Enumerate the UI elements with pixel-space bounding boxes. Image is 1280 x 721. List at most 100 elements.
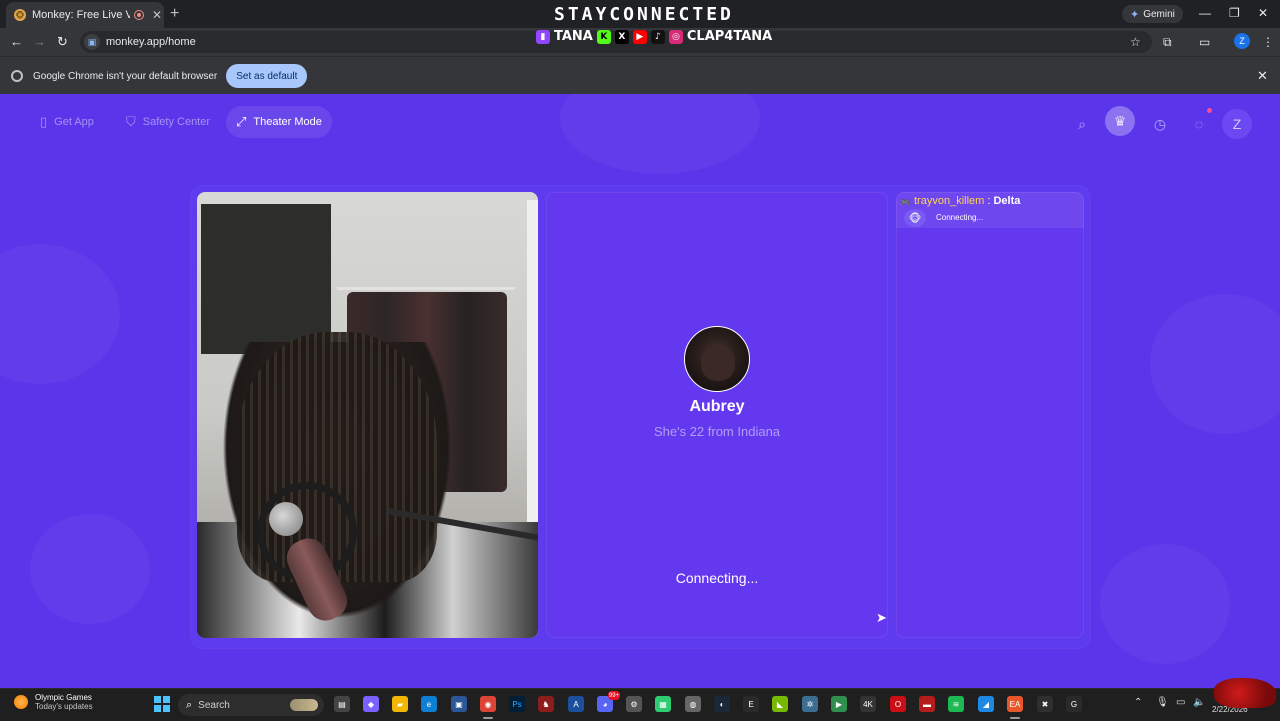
game-controller-icon: 🎮: [900, 198, 910, 207]
extensions-icon[interactable]: ⧉: [1163, 35, 1172, 50]
get-app-label: Get App: [54, 116, 94, 128]
x-icon: X: [614, 29, 629, 44]
shield-icon: ⛉: [126, 114, 136, 129]
logitech-icon[interactable]: G: [1066, 696, 1082, 712]
stream-overlay-graphic: [1214, 678, 1276, 708]
side-panel-icon[interactable]: ▭: [1199, 35, 1210, 49]
handle-left: TANA: [554, 29, 593, 44]
search-icon[interactable]: ⌕: [1067, 109, 1097, 139]
volume-icon[interactable]: 🔈: [1193, 697, 1205, 708]
background-blob: [30, 514, 150, 624]
url-text[interactable]: monkey.app/home: [106, 36, 196, 48]
settings-gear-icon[interactable]: ⚙: [626, 696, 642, 712]
user-avatar[interactable]: Z: [1222, 109, 1252, 139]
match-subtitle: She's 22 from Indiana: [653, 424, 781, 439]
infobar-close-icon[interactable]: ✕: [1257, 68, 1268, 84]
crown-icon[interactable]: ♛: [1105, 106, 1135, 136]
copilot-icon[interactable]: ◆: [363, 696, 379, 712]
news-widget-text: Olympic Games Today's updates: [35, 693, 93, 711]
minimize-icon[interactable]: —: [1199, 6, 1211, 20]
messages-icon[interactable]: ◌: [1184, 109, 1214, 139]
opera-icon[interactable]: O: [890, 696, 906, 712]
nvidia-icon[interactable]: ◣: [772, 696, 788, 712]
chat-game: Delta: [993, 195, 1021, 207]
olympic-torch-icon: [14, 695, 28, 709]
task-view-icon[interactable]: ▤: [334, 696, 350, 712]
app-gear-icon[interactable]: ✲: [802, 696, 818, 712]
xbox-icon[interactable]: ✖: [1037, 696, 1053, 712]
chat-app-icon[interactable]: ▦: [655, 696, 671, 712]
tab-close-icon[interactable]: ✕: [152, 8, 162, 22]
window-close-icon[interactable]: ✕: [1258, 6, 1268, 20]
browser-alt-icon[interactable]: ◍: [685, 696, 701, 712]
browser-toolbar: ← → ↻ ▣ monkey.app/home ▮ TANA K X ▶ ♪ ◎…: [0, 28, 1280, 56]
reload-icon[interactable]: ↻: [57, 34, 68, 50]
match-panel: Aubrey She's 22 from Indiana Connecting.…: [546, 192, 888, 638]
chat-username[interactable]: trayvon_killem: [914, 195, 984, 207]
widget-title: Olympic Games: [35, 693, 92, 702]
steam-icon[interactable]: ◐: [714, 696, 730, 712]
game-icon[interactable]: ♞: [538, 696, 554, 712]
ea-app-icon[interactable]: EA: [1007, 696, 1023, 719]
blue-app-icon[interactable]: ◢: [978, 696, 994, 712]
network-icon[interactable]: ▭: [1176, 697, 1185, 708]
stream-social-handles: ▮ TANA K X ▶ ♪ ◎ CLAP4TANA: [536, 29, 772, 44]
chat-message: 🎮 trayvon_killem : Delta 🐵 Connecting...: [896, 192, 1084, 228]
mouse-cursor-icon: ➤: [876, 610, 887, 625]
background-blob: [1150, 294, 1280, 434]
theater-mode-button[interactable]: ⤢ Theater Mode: [226, 106, 332, 138]
tray-chevron-icon[interactable]: ⌃: [1134, 697, 1142, 708]
get-app-link[interactable]: ▯ Get App: [30, 106, 104, 138]
browser-menu-icon[interactable]: ⋮: [1262, 35, 1274, 49]
spotify-icon[interactable]: ≋: [948, 696, 964, 712]
video-tv: [201, 204, 331, 354]
safety-center-label: Safety Center: [142, 116, 211, 128]
site-info-icon[interactable]: ▣: [84, 34, 100, 50]
chrome-taskbar-icon[interactable]: ◉: [480, 696, 496, 719]
phone-icon: ▯: [40, 114, 48, 129]
taskbar-search[interactable]: ⌕ Search: [178, 694, 324, 716]
match-avatar-face: [701, 345, 735, 381]
4k-app-icon[interactable]: 4K: [860, 696, 876, 712]
browser-profile-avatar[interactable]: Z: [1234, 33, 1250, 49]
self-video-feed: [197, 192, 538, 638]
set-default-button[interactable]: Set as default: [226, 64, 308, 88]
kick-icon: K: [596, 29, 611, 44]
forward-icon[interactable]: →: [33, 34, 46, 49]
play-app-icon[interactable]: ▶: [831, 696, 847, 712]
news-widget[interactable]: Olympic Games Today's updates: [14, 693, 93, 711]
maximize-icon[interactable]: ❐: [1229, 6, 1240, 20]
widget-subtitle: Today's updates: [35, 702, 93, 711]
store-icon[interactable]: ▣: [451, 696, 467, 712]
taskbar-search-label: Search: [198, 699, 230, 711]
bookmark-star-icon[interactable]: ☆: [1130, 35, 1141, 49]
discord-badge: 99+: [608, 691, 620, 700]
monkey-favicon-icon: 🐵: [14, 9, 26, 21]
background-blob: [1100, 544, 1230, 664]
video-chat-card: Aubrey She's 22 from Indiana Connecting.…: [191, 186, 1090, 648]
microphone-icon[interactable]: 🎙: [1156, 697, 1169, 708]
tab-title: Monkey: Free Live Video Ch: [32, 9, 130, 21]
history-clock-icon[interactable]: ◷: [1145, 109, 1175, 139]
background-blob: [560, 94, 760, 174]
infobar-message: Google Chrome isn't your default browser: [33, 70, 218, 82]
safety-center-link[interactable]: ⛉ Safety Center: [116, 106, 220, 138]
gemini-button[interactable]: ✦ Gemini: [1122, 5, 1183, 23]
browser-tab-strip: 🐵 Monkey: Free Live Video Ch ✕ + STAYCON…: [0, 0, 1280, 28]
back-icon[interactable]: ←: [10, 34, 23, 49]
browser-tab[interactable]: 🐵 Monkey: Free Live Video Ch ✕: [6, 2, 164, 28]
photoshop-icon[interactable]: Ps: [509, 696, 525, 712]
file-explorer-icon[interactable]: ▰: [392, 696, 408, 712]
start-button[interactable]: [154, 696, 170, 712]
recording-indicator-icon: [134, 10, 144, 20]
windows-taskbar: Olympic Games Today's updates ⌕ Search ▤…: [0, 688, 1280, 721]
chat-user-line: trayvon_killem : Delta: [914, 195, 1020, 207]
epic-games-icon[interactable]: E: [743, 696, 759, 712]
arc-icon[interactable]: A: [568, 696, 584, 712]
handle-right: CLAP4TANA: [686, 29, 773, 44]
recorder-app-icon[interactable]: ▬: [919, 696, 935, 712]
theater-mode-label: Theater Mode: [253, 116, 322, 128]
edge-icon[interactable]: e: [421, 696, 437, 712]
chat-status: Connecting...: [936, 213, 984, 222]
new-tab-button[interactable]: +: [170, 5, 179, 23]
